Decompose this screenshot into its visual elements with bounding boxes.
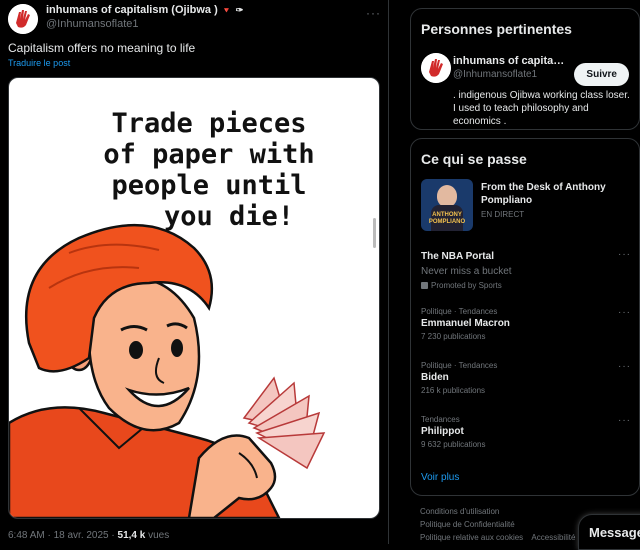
views-count: 51,4 k <box>117 530 146 541</box>
trend-more-icon[interactable]: ··· <box>618 415 631 426</box>
post-image[interactable]: Trade pieces of paper with people until … <box>8 77 380 519</box>
relevant-bio: . indigenous Ojibwa working class loser.… <box>453 90 630 127</box>
live-thumb-text: ANTHONY <box>432 212 462 218</box>
post-timestamp[interactable]: 6:48 AM · 18 avr. 2025 · <box>8 530 118 541</box>
relevant-people-title: Personnes pertinentes <box>421 21 572 37</box>
image-scrollbar[interactable] <box>373 218 376 248</box>
post-column: inhumans of capitalism (Ojibwa ) 🔻 ✑ @In… <box>0 0 389 544</box>
cartoon-man-illustration <box>9 223 326 518</box>
whats-happening-title: Ce qui se passe <box>421 151 527 167</box>
footer-links: Conditions d'utilisation Politique de Co… <box>420 505 575 544</box>
hand-logo-icon <box>8 4 38 34</box>
messages-label: Message <box>589 525 640 540</box>
promoted-icon <box>421 282 428 289</box>
trend-item[interactable]: The NBA Portal Never miss a bucket Promo… <box>421 249 631 290</box>
footer-link-privacy[interactable]: Politique de Confidentialité <box>420 518 575 531</box>
post-text: Capitalism offers no meaning to life <box>8 41 196 55</box>
author-handle[interactable]: @Inhumansoflate1 <box>46 18 243 30</box>
relevant-handle[interactable]: @Inhumansoflate1 <box>453 69 565 80</box>
trend-meta: Tendances <box>421 415 460 424</box>
hand-logo-icon <box>421 53 451 83</box>
post-more-icon[interactable]: ··· <box>366 6 381 20</box>
views-label: vues <box>145 530 170 541</box>
trend-title: Philippot <box>421 426 464 437</box>
trend-title: Biden <box>421 372 449 383</box>
trend-count: 7 230 publications <box>421 332 486 341</box>
live-status: EN DIRECT <box>481 210 525 219</box>
trend-subtitle: Never miss a bucket <box>421 266 512 277</box>
pin-badge-icon: ✑ <box>235 4 244 15</box>
trend-item[interactable]: Politique · Tendances Emmanuel Macron 7 … <box>421 307 631 341</box>
trend-title: Emmanuel Macron <box>421 318 510 329</box>
promoted-label: Promoted by Sports <box>421 281 631 290</box>
relevant-avatar[interactable] <box>421 53 451 83</box>
trend-count: 9 632 publications <box>421 440 486 449</box>
messages-drawer[interactable]: Message <box>578 514 640 550</box>
live-thumbnail: ANTHONY POMPLIANO <box>421 179 473 231</box>
live-thumb-text: POMPLIANO <box>428 219 466 225</box>
trend-item[interactable]: Politique · Tendances Biden 216 k public… <box>421 361 631 395</box>
trend-meta: Politique · Tendances <box>421 361 498 370</box>
trend-meta: Politique · Tendances <box>421 307 498 316</box>
relevant-people-card: Personnes pertinentes inhumans of capita… <box>410 8 640 130</box>
follow-button[interactable]: Suivre <box>574 63 629 86</box>
trend-item[interactable]: Tendances Philippot 9 632 publications ·… <box>421 415 631 449</box>
show-more-link[interactable]: Voir plus <box>421 472 459 483</box>
live-item[interactable]: ANTHONY POMPLIANO From the Desk of Antho… <box>421 179 631 233</box>
trend-more-icon[interactable]: ··· <box>618 249 631 260</box>
avatar[interactable] <box>8 4 38 34</box>
trend-more-icon[interactable]: ··· <box>618 307 631 318</box>
relevant-name[interactable]: inhumans of capitalis... <box>453 55 565 67</box>
heart-badge-icon: 🔻 <box>221 5 232 15</box>
live-title: From the Desk of Anthony Pompliano <box>481 182 606 206</box>
trend-more-icon[interactable]: ··· <box>618 361 631 372</box>
footer-link-accessibility[interactable]: Accessibilité <box>531 533 575 542</box>
post-footer: 6:48 AM · 18 avr. 2025 · 51,4 k vues <box>8 530 169 541</box>
footer-link-terms[interactable]: Conditions d'utilisation <box>420 505 575 518</box>
translate-link[interactable]: Traduire le post <box>8 58 70 68</box>
trend-count: 216 k publications <box>421 386 486 395</box>
author-name[interactable]: inhumans of capitalism (Ojibwa ) 🔻 ✑ <box>46 4 243 16</box>
post-header: inhumans of capitalism (Ojibwa ) 🔻 ✑ @In… <box>8 4 243 34</box>
whats-happening-card: Ce qui se passe ANTHONY POMPLIANO From t… <box>410 138 640 496</box>
footer-link-cookies[interactable]: Politique relative aux cookies <box>420 533 523 542</box>
trend-title: The NBA Portal <box>421 251 494 262</box>
